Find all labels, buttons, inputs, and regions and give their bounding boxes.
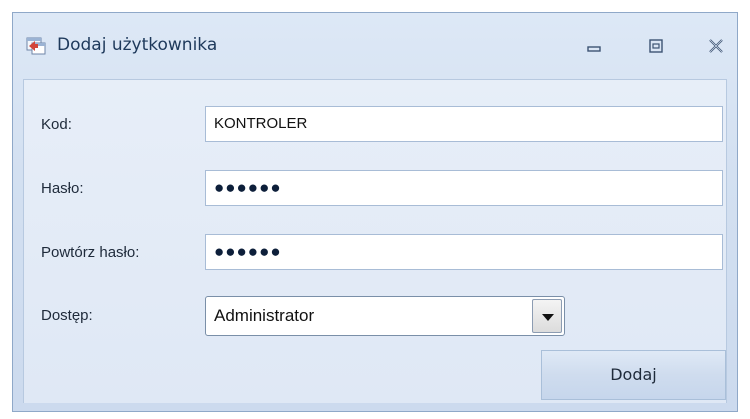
title-bar[interactable]: Dodaj użytkownika <box>13 13 737 79</box>
code-label: Kod: <box>41 116 72 133</box>
repeat-password-input[interactable]: ●●●●●● <box>205 234 723 270</box>
access-dropdown[interactable]: Administrator <box>205 296 565 336</box>
password-label: Hasło: <box>41 180 84 197</box>
form-panel: Kod: KONTROLER Hasło: ●●●●●● Powtórz has… <box>23 79 727 403</box>
repeat-password-label: Powtórz hasło: <box>41 244 140 261</box>
access-selected-value: Administrator <box>214 306 315 325</box>
add-user-window: Dodaj użytkownika Kod: KONTROLER Hasło: … <box>12 12 738 412</box>
add-user-app-icon <box>26 37 46 55</box>
chevron-down-icon <box>542 314 554 321</box>
add-button[interactable]: Dodaj <box>541 350 726 400</box>
code-input[interactable]: KONTROLER <box>205 106 723 142</box>
window-title: Dodaj użytkownika <box>57 35 218 55</box>
password-input[interactable]: ●●●●●● <box>205 170 723 206</box>
maximize-icon[interactable] <box>645 37 667 55</box>
dropdown-button[interactable] <box>532 299 562 333</box>
minimize-icon[interactable] <box>583 37 605 55</box>
access-label: Dostęp: <box>41 307 93 324</box>
close-icon[interactable] <box>705 37 727 55</box>
